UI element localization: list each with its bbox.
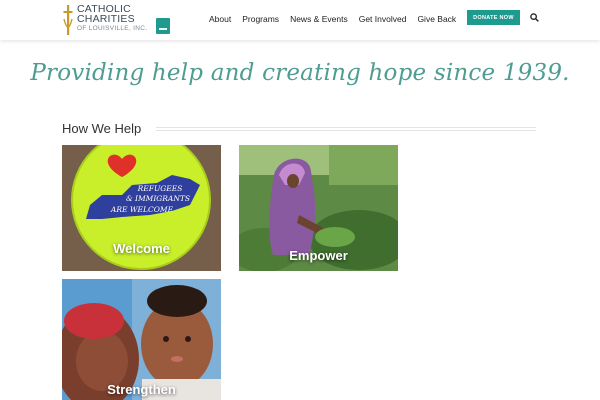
tile-welcome[interactable]: REFUGEES & IMMIGRANTS ARE WELCOME Welcom… xyxy=(62,145,221,271)
donate-now-button[interactable]: DONATE NOW xyxy=(467,10,520,25)
welcome-button-text-2: & IMMIGRANTS xyxy=(126,194,190,203)
partner-badge-icon[interactable] xyxy=(156,18,170,34)
nav-programs[interactable]: Programs xyxy=(242,14,279,24)
main-nav: About Programs News & Events Get Involve… xyxy=(209,12,467,26)
how-we-help-title: How We Help xyxy=(62,121,142,136)
welcome-button-text-3: ARE WELCOME xyxy=(110,205,174,214)
search-icon[interactable] xyxy=(530,13,539,22)
nav-about[interactable]: About xyxy=(209,14,231,24)
cross-logo-icon xyxy=(63,5,73,35)
tile-welcome-label[interactable]: Welcome xyxy=(62,241,221,256)
nav-give-back[interactable]: Give Back xyxy=(417,14,456,24)
title-divider xyxy=(156,127,536,131)
nav-get-involved[interactable]: Get Involved xyxy=(359,14,407,24)
site-header: CATHOLIC CHARITIES OF LOUISVILLE, INC. A… xyxy=(0,0,600,40)
logo-text: CATHOLIC CHARITIES OF LOUISVILLE, INC. xyxy=(77,4,147,33)
welcome-button-text-1: REFUGEES xyxy=(137,184,183,193)
site-logo[interactable]: CATHOLIC CHARITIES OF LOUISVILLE, INC. xyxy=(62,4,152,36)
tagline: Providing help and creating hope since 1… xyxy=(30,60,570,86)
tile-strengthen[interactable]: Strengthen xyxy=(62,279,221,400)
logo-line-3: OF LOUISVILLE, INC. xyxy=(77,25,148,32)
logo-line-2: CHARITIES xyxy=(77,13,135,25)
tile-empower[interactable]: Empower xyxy=(239,145,398,271)
nav-news-events[interactable]: News & Events xyxy=(290,14,348,24)
tile-empower-label[interactable]: Empower xyxy=(239,248,398,263)
tile-strengthen-label[interactable]: Strengthen xyxy=(62,382,221,397)
